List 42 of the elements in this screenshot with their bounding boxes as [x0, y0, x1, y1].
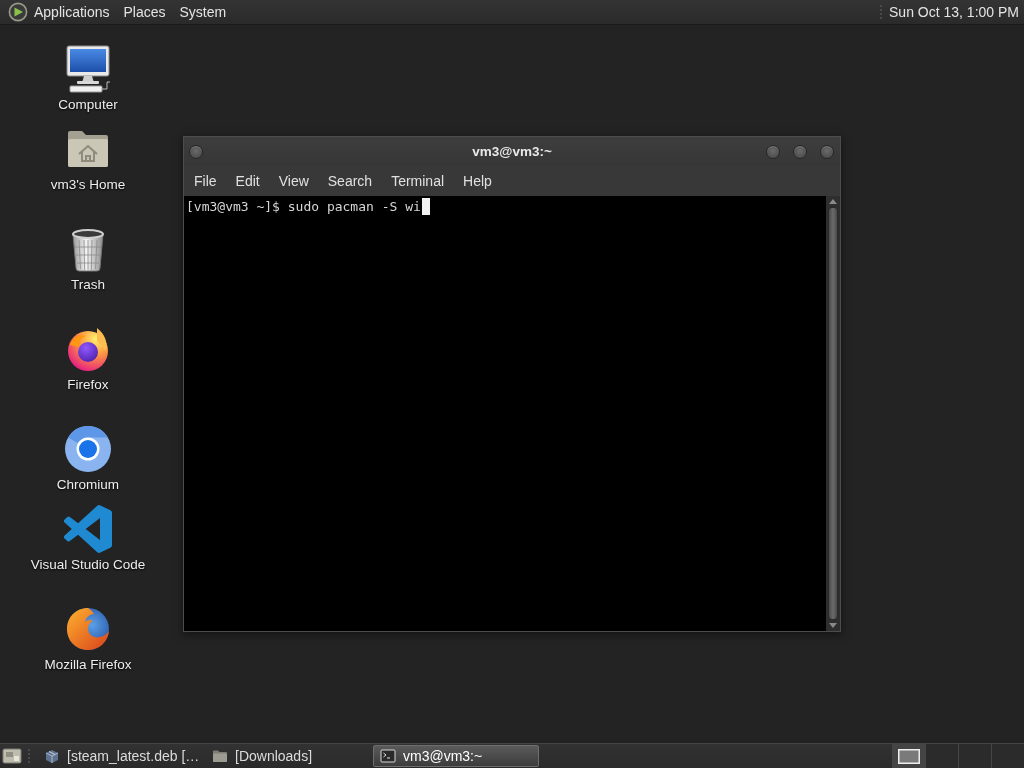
taskbar-button[interactable]: vm3@vm3:~: [373, 745, 539, 767]
menu-item[interactable]: Help: [455, 173, 500, 189]
menu-item[interactable]: Terminal: [383, 173, 453, 189]
fox-globe-icon: [64, 605, 112, 653]
scrollbar[interactable]: [826, 196, 840, 631]
play-circle-icon: [8, 2, 28, 22]
desktop-icon: [2, 747, 22, 765]
desktop-shortcut[interactable]: Trash: [64, 225, 112, 292]
menu-button[interactable]: Applications: [0, 0, 117, 24]
window-menu-button[interactable]: [189, 144, 203, 159]
scrollbar-thumb[interactable]: [828, 207, 838, 620]
computer-icon: [64, 45, 112, 93]
ring-circle-icon: [64, 425, 112, 473]
workspace-button[interactable]: [892, 744, 925, 768]
scroll-down-arrow-icon[interactable]: [829, 623, 837, 628]
desktop-shortcut[interactable]: Visual Studio Code: [30, 505, 146, 572]
scroll-up-arrow-icon[interactable]: [829, 199, 837, 204]
desktop-shortcut[interactable]: Chromium: [56, 425, 120, 492]
terminal-line: [vm3@vm3 ~]$ sudo pacman -S wi: [186, 199, 421, 214]
terminal-screen[interactable]: [vm3@vm3 ~]$ sudo pacman -S wi: [184, 196, 826, 631]
window-title: vm3@vm3:~: [472, 144, 552, 159]
clock[interactable]: Sun Oct 13, 1:00 PM: [889, 4, 1019, 20]
menu-item[interactable]: File: [186, 173, 225, 189]
menu-item[interactable]: Search: [319, 173, 381, 189]
desktop-shortcut[interactable]: vm3's Home: [50, 125, 126, 192]
folder-icon: [212, 748, 228, 764]
minimize-button[interactable]: [766, 144, 780, 159]
package-icon: [44, 748, 60, 764]
show-desktop-button[interactable]: [1, 745, 23, 767]
maximize-button[interactable]: [793, 144, 807, 159]
desktop-shortcut[interactable]: Mozilla Firefox: [44, 605, 132, 672]
desktop-shortcut[interactable]: Computer: [58, 45, 118, 112]
desktop-shortcut[interactable]: Firefox: [64, 325, 112, 392]
menu-item[interactable]: View: [270, 173, 317, 189]
ribbon-logo-icon: [64, 505, 112, 553]
drag-handle-icon[interactable]: [879, 4, 884, 20]
menu-button[interactable]: Places: [116, 0, 173, 24]
taskbar-button[interactable]: [Downloads]: [205, 745, 371, 767]
taskbar-button[interactable]: [steam_latest.deb […: [37, 745, 203, 767]
terminal-icon: [380, 748, 396, 764]
menu-button[interactable]: System: [172, 0, 234, 24]
menu-item[interactable]: Edit: [227, 173, 268, 189]
